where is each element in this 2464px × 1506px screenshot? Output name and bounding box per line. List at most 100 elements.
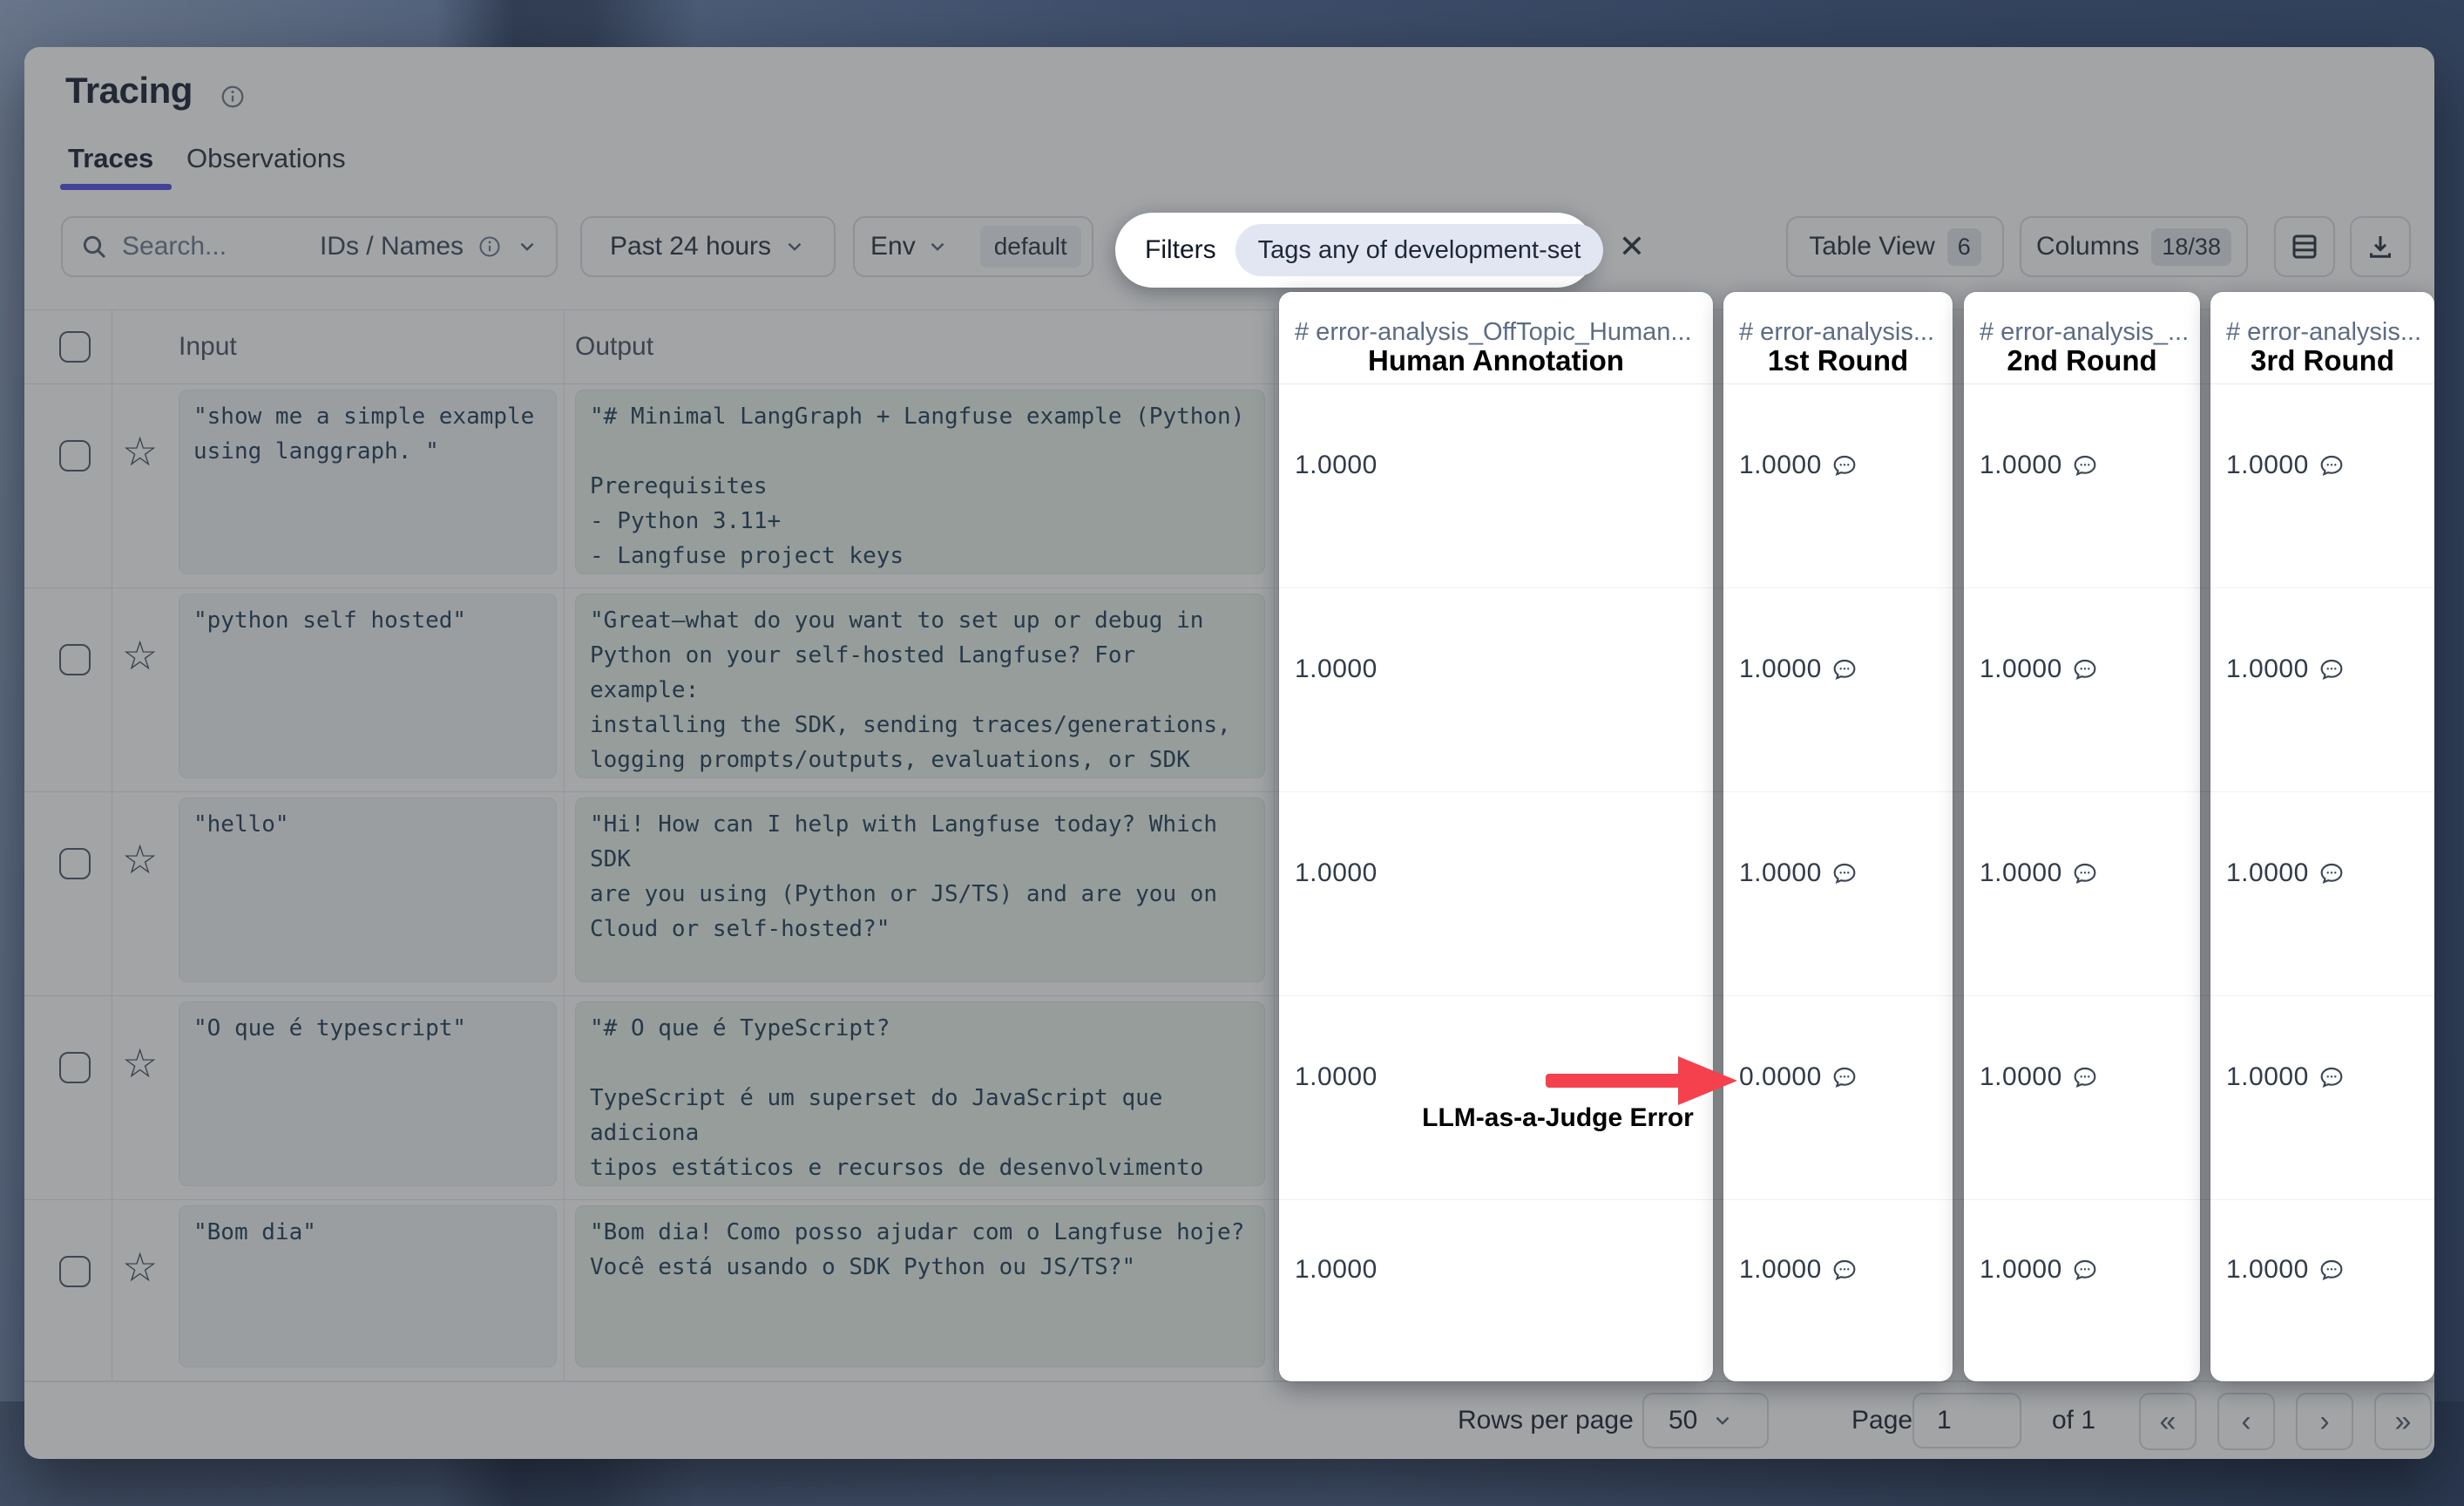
search-input[interactable]: Search... IDs / Names <box>61 216 558 277</box>
columns-count-badge: 18/38 <box>2151 228 2231 266</box>
score-value: 1.0000 <box>1739 1255 1822 1285</box>
bookmark-star-icon[interactable]: ☆ <box>122 1043 158 1083</box>
output-cell[interactable]: "Great—what do you want to set up or deb… <box>575 594 1265 778</box>
columns-label: Columns <box>2036 232 2139 261</box>
row-height-button[interactable] <box>2274 216 2335 277</box>
columns-button[interactable]: Columns 18/38 <box>2020 216 2248 277</box>
tab-traces[interactable]: Traces <box>68 143 153 174</box>
prev-page-button[interactable]: ‹ <box>2217 1393 2275 1450</box>
tab-observations[interactable]: Observations <box>186 143 346 174</box>
output-cell[interactable]: "Hi! How can I help with Langfuse today?… <box>575 797 1265 982</box>
score-value: 1.0000 <box>2226 655 2309 684</box>
input-cell[interactable]: "show me a simple example using langgrap… <box>179 390 557 574</box>
next-page-button[interactable]: › <box>2296 1393 2353 1450</box>
score-column-human-annotation: # error-analysis_OffTopic_Human... Human… <box>1279 292 1713 1381</box>
output-cell[interactable]: "# Minimal LangGraph + Langfuse example … <box>575 390 1265 574</box>
chevron-down-icon <box>1711 1409 1734 1432</box>
comment-icon <box>2071 1063 2099 1091</box>
env-value-badge: default <box>980 226 1081 268</box>
filters-label: Filters <box>1145 235 1216 265</box>
score-value: 1.0000 <box>1739 858 1822 888</box>
column-header-output[interactable]: Output <box>575 310 653 383</box>
score-value: 1.0000 <box>1980 655 2062 684</box>
comment-icon <box>2071 655 2099 683</box>
export-button[interactable] <box>2350 216 2411 277</box>
comment-icon <box>1831 1256 1858 1284</box>
score-value: 1.0000 <box>1980 858 2062 888</box>
table-view-button[interactable]: Table View 6 <box>1786 216 2004 277</box>
bookmark-star-icon[interactable]: ☆ <box>122 839 158 879</box>
row-checkbox[interactable] <box>59 440 91 471</box>
score-value: 1.0000 <box>2226 1062 2309 1092</box>
comment-icon <box>2318 451 2346 479</box>
score-value: 1.0000 <box>1739 451 1822 480</box>
input-cell[interactable]: "python self hosted" <box>179 594 557 778</box>
column-annotation-label: 3rd Round <box>2210 344 2434 377</box>
rows-per-page-select[interactable]: 50 <box>1642 1393 1769 1448</box>
error-callout-arrow <box>1540 1055 1743 1107</box>
search-icon <box>80 233 108 261</box>
app-window: Tracing Traces Observations Search... ID… <box>24 47 2434 1459</box>
page-total-label: of 1 <box>2052 1382 2095 1459</box>
row-checkbox[interactable] <box>59 1256 91 1287</box>
score-value: 1.0000 <box>2226 451 2309 480</box>
score-column-3rd-round: # error-analysis... 3rd Round 1.0000 1.0… <box>2210 292 2434 1381</box>
select-all-checkbox[interactable] <box>59 331 91 363</box>
input-cell[interactable]: "hello" <box>179 797 557 982</box>
table-view-label: Table View <box>1809 232 1935 261</box>
input-cell[interactable]: "O que é typescript" <box>179 1001 557 1186</box>
score-value: 0.0000 <box>1739 1062 1822 1092</box>
error-callout-label: LLM-as-a-Judge Error <box>1410 1103 1706 1133</box>
score-value: 1.0000 <box>1980 451 2062 480</box>
score-column-1st-round: # error-analysis... 1st Round 1.0000 1.0… <box>1723 292 1953 1381</box>
filters-button[interactable]: Filters Tags any of development-set <box>1115 213 1594 288</box>
score-value: 1.0000 <box>1295 451 1378 480</box>
page-title: Tracing <box>65 70 193 112</box>
row-height-icon <box>2289 231 2320 262</box>
score-value: 1.0000 <box>2226 1255 2309 1285</box>
last-page-button[interactable]: » <box>2374 1393 2432 1450</box>
comment-icon <box>2318 859 2346 887</box>
download-icon <box>2365 231 2396 262</box>
first-page-button[interactable]: « <box>2139 1393 2197 1450</box>
clear-filter-icon[interactable]: ✕ <box>1612 227 1652 267</box>
output-cell[interactable]: "Bom dia! Como posso ajudar com o Langfu… <box>575 1205 1265 1367</box>
score-value: 1.0000 <box>1980 1062 2062 1092</box>
column-annotation-label: 1st Round <box>1723 344 1953 377</box>
column-annotation-label: 2nd Round <box>1964 344 2200 377</box>
column-header-input[interactable]: Input <box>179 310 237 383</box>
time-range-dropdown[interactable]: Past 24 hours <box>580 216 836 277</box>
search-scope-label[interactable]: IDs / Names <box>320 232 464 261</box>
column-annotation-label: Human Annotation <box>1279 344 1713 377</box>
info-icon[interactable] <box>220 84 246 110</box>
bookmark-star-icon[interactable]: ☆ <box>122 635 158 675</box>
comment-icon <box>2071 451 2099 479</box>
search-placeholder: Search... <box>122 232 306 261</box>
chevron-down-icon <box>516 235 538 258</box>
env-label: Env <box>870 232 916 261</box>
comment-icon <box>2318 655 2346 683</box>
row-checkbox[interactable] <box>59 1052 91 1083</box>
comment-icon <box>2071 859 2099 887</box>
comment-icon <box>1831 655 1858 683</box>
score-value: 1.0000 <box>1980 1255 2062 1285</box>
comment-icon <box>1831 451 1858 479</box>
row-checkbox[interactable] <box>59 848 91 879</box>
active-filter-chip[interactable]: Tags any of development-set <box>1235 224 1604 276</box>
chevron-down-icon <box>783 235 806 258</box>
score-value: 1.0000 <box>2226 858 2309 888</box>
bookmark-star-icon[interactable]: ☆ <box>122 1247 158 1287</box>
input-cell[interactable]: "Bom dia" <box>179 1205 557 1367</box>
info-icon <box>477 234 502 259</box>
row-checkbox[interactable] <box>59 644 91 675</box>
output-cell[interactable]: "# O que é TypeScript? TypeScript é um s… <box>575 1001 1265 1186</box>
bookmark-star-icon[interactable]: ☆ <box>122 431 158 471</box>
comment-icon <box>2318 1256 2346 1284</box>
comment-icon <box>1831 859 1858 887</box>
score-value: 1.0000 <box>1295 1062 1378 1092</box>
env-dropdown[interactable]: Env default <box>853 216 1093 277</box>
page-label: Page <box>1851 1382 1912 1459</box>
rows-per-page-label: Rows per page <box>1458 1382 1634 1459</box>
page-number-input[interactable] <box>1912 1393 2021 1448</box>
score-value: 1.0000 <box>1295 655 1378 684</box>
